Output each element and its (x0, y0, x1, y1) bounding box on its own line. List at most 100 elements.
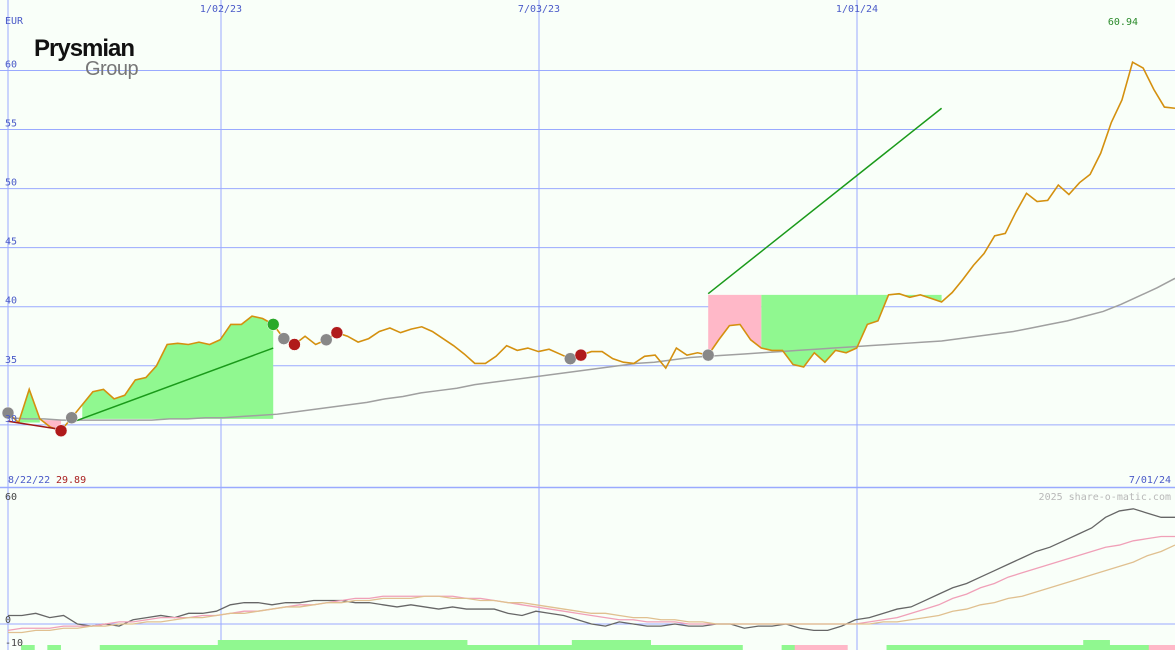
volume-bar (558, 645, 573, 650)
volume-bar (1017, 645, 1032, 650)
volume-bar (1148, 645, 1163, 650)
volume-bar (886, 645, 901, 650)
volume-bar (152, 645, 166, 650)
volume-bar (1096, 640, 1110, 650)
signal-marker-neutral (320, 333, 333, 347)
volume-bar (676, 645, 691, 650)
signal-marker-neutral (701, 348, 715, 362)
volume-bar (1043, 645, 1058, 650)
volume-bar (991, 645, 1006, 650)
volume-bar (335, 640, 350, 650)
volume-bar (362, 640, 376, 650)
volume-bar (925, 645, 940, 650)
start-date-label: 8/22/22 (8, 475, 50, 486)
volume-bar (217, 640, 232, 650)
indicator-tick-label: -10 (5, 638, 23, 649)
volume-bar (375, 640, 389, 650)
volume-bar (191, 645, 206, 650)
logo-group: Group (85, 58, 138, 80)
volume-bar (427, 640, 442, 650)
volume-bar (401, 640, 415, 650)
currency-label: EUR (5, 16, 24, 27)
volume-bar (637, 640, 652, 650)
volume-bar (611, 640, 625, 650)
volume-bar (1109, 645, 1124, 650)
volume-bar (912, 645, 927, 650)
date-tick-label: 1/01/24 (836, 4, 878, 15)
price-tick-label: 50 (5, 178, 17, 189)
volume-bar (899, 645, 914, 650)
volume-bar (571, 640, 586, 650)
price-tick-label: 45 (5, 237, 17, 248)
volume-bar (938, 645, 953, 650)
volume-bar (598, 640, 612, 650)
low-price-label: 29.89 (56, 475, 86, 486)
volume-bar (1122, 645, 1137, 650)
volume-bar (1161, 645, 1175, 650)
volume-bar (493, 645, 507, 650)
signal-marker-sell (288, 338, 301, 351)
volume-bar (112, 645, 127, 650)
volume-bar (650, 645, 665, 650)
signal-marker-neutral (564, 352, 577, 365)
date-tick-label: 7/03/23 (518, 4, 560, 15)
volume-bar (689, 645, 704, 650)
volume-bar (165, 645, 179, 650)
volume-bar (480, 645, 494, 650)
volume-bar (1004, 645, 1019, 650)
signal-marker-buy (266, 318, 280, 331)
volume-bar (296, 640, 311, 650)
volume-bar (506, 645, 520, 650)
volume-bar (230, 640, 245, 650)
volume-bar (584, 640, 599, 650)
price-tick-label: 55 (5, 119, 17, 130)
credit-label: 2025 share-o-matic.com (1039, 492, 1171, 503)
price-tick-label: 60 (5, 59, 17, 70)
signal-marker-neutral (65, 411, 78, 424)
volume-bar (244, 640, 258, 650)
volume-bar (716, 645, 730, 650)
volume-bar (1030, 645, 1045, 650)
volume-bar (322, 640, 337, 650)
volume-bar (257, 640, 271, 650)
signal-marker-sell (330, 326, 344, 339)
volume-bar (414, 640, 429, 650)
volume-bar (794, 645, 809, 650)
volume-bar (388, 640, 402, 650)
indicator-tick-label: 0 (5, 615, 11, 626)
volume-bar (729, 645, 743, 650)
volume-bar (47, 645, 61, 650)
volume-bar (702, 645, 717, 650)
high-price-label: 60.94 (1108, 17, 1138, 28)
volume-bar (820, 645, 835, 650)
signal-marker-neutral (277, 332, 291, 345)
date-tick-label: 1/02/23 (200, 4, 242, 15)
chart-background (0, 0, 1175, 650)
volume-bar (965, 645, 979, 650)
volume-bar (532, 645, 547, 650)
volume-bar (283, 640, 297, 650)
volume-bar (1070, 645, 1084, 650)
volume-bar (519, 645, 533, 650)
volume-bar (1135, 645, 1150, 650)
volume-bar (834, 645, 848, 650)
volume-bar (1056, 645, 1071, 650)
signal-marker-sell (574, 348, 588, 362)
volume-bar (178, 645, 193, 650)
volume-bar (781, 645, 796, 650)
volume-bar (270, 640, 284, 650)
volume-bar (952, 645, 966, 650)
price-tick-label: 40 (5, 296, 17, 307)
price-tick-label: 30 (5, 414, 17, 425)
volume-bar (466, 645, 481, 650)
volume-bar (545, 645, 560, 650)
volume-bar (348, 640, 363, 650)
price-chart: 30 35 40 45 50 55 60 1/02/23 7/03/23 1/01/24 60 0… (0, 0, 1175, 650)
volume-bar (978, 645, 992, 650)
volume-bar (99, 645, 114, 650)
volume-bar (453, 640, 468, 650)
volume-bar (139, 645, 153, 650)
volume-bar (1083, 640, 1097, 650)
volume-bar (204, 645, 219, 650)
volume-bar (624, 640, 638, 650)
